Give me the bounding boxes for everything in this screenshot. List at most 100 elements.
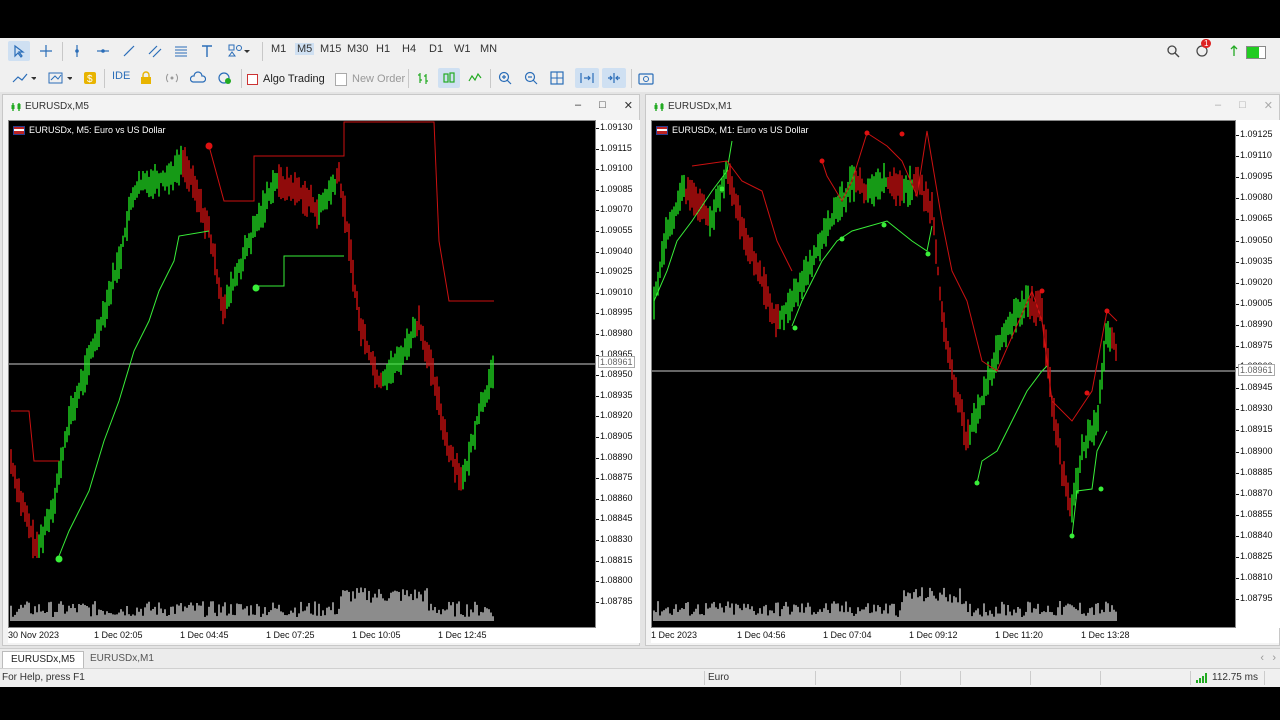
time-label: 1 Dec 13:28 <box>1081 630 1130 640</box>
autoscroll-icon[interactable] <box>575 68 599 88</box>
price-label: 1.08785 <box>596 595 633 606</box>
zoom-in-icon[interactable] <box>495 68 515 88</box>
chart-shift-icon[interactable] <box>602 68 626 88</box>
notifications-icon[interactable]: 1 <box>1190 39 1214 61</box>
chart-window-m5[interactable]: EURUSDx,M5 – □ ✕ EURUSDx, M5: Euro vs US… <box>2 94 640 646</box>
search-icon[interactable] <box>1163 41 1183 61</box>
price-label: 1.09095 <box>1236 171 1273 182</box>
dollar-icon[interactable]: $ <box>80 68 100 88</box>
signal-icon[interactable] <box>1226 41 1242 61</box>
flag-icon <box>656 125 668 135</box>
chart-tabs: EURUSDx,M5 EURUSDx,M1 ‹ › <box>0 648 1280 669</box>
price-label: 1.09115 <box>596 142 632 153</box>
chart-symbol-label: EURUSDx, M5: Euro vs US Dollar <box>13 125 166 135</box>
time-label: 1 Dec 09:12 <box>909 630 958 640</box>
time-label: 1 Dec 07:04 <box>823 630 872 640</box>
price-chart[interactable]: EURUSDx, M5: Euro vs US Dollar <box>8 120 596 628</box>
price-chart[interactable]: EURUSDx, M1: Euro vs US Dollar <box>651 120 1236 628</box>
chart-window-m1[interactable]: EURUSDx,M1 – □ ✕ EURUSDx, M1: Euro vs US… <box>645 94 1280 646</box>
timeframe-m1[interactable]: M1 <box>271 43 286 55</box>
price-label: 1.08815 <box>596 554 633 565</box>
timeframe-h1[interactable]: H1 <box>376 43 390 55</box>
chart-canvas[interactable] <box>652 121 1236 628</box>
time-label: 1 Dec 2023 <box>651 630 698 640</box>
price-label: 1.09025 <box>596 266 633 277</box>
vertical-line-icon[interactable] <box>66 41 88 61</box>
tab-eurusdx-m1[interactable]: EURUSDx,M1 <box>82 651 162 667</box>
minimize-icon[interactable]: – <box>1215 99 1221 112</box>
minimize-icon[interactable]: – <box>575 99 581 112</box>
price-label: 1.08920 <box>596 410 633 421</box>
timeframe-m15[interactable]: M15 <box>320 43 341 55</box>
timeframe-mn[interactable]: MN <box>480 43 497 55</box>
horizontal-line-icon[interactable] <box>92 41 114 61</box>
price-label: 1.09080 <box>1236 192 1273 203</box>
tabs-scroll-right-icon[interactable]: › <box>1272 652 1276 664</box>
price-label: 1.08885 <box>1236 466 1273 477</box>
price-label: 1.08840 <box>1236 529 1273 540</box>
timeframe-m30[interactable]: M30 <box>347 43 368 55</box>
zoom-out-icon[interactable] <box>521 68 541 88</box>
screenshot-icon[interactable] <box>636 68 656 88</box>
text-tool-icon[interactable] <box>196 41 218 61</box>
price-label: 1.09085 <box>596 183 633 194</box>
algo-trading-button[interactable]: Algo Trading <box>247 69 325 89</box>
price-label: 1.08800 <box>596 575 633 586</box>
crosshair-icon[interactable] <box>35 41 57 61</box>
close-icon[interactable]: ✕ <box>624 99 633 112</box>
price-label: 1.09065 <box>1236 213 1273 224</box>
line-chart-icon[interactable] <box>465 68 485 88</box>
stop-icon <box>247 73 258 85</box>
time-label: 1 Dec 11:20 <box>995 630 1043 640</box>
price-label: 1.09010 <box>596 286 633 297</box>
candlestick-icon[interactable] <box>438 68 460 88</box>
timeframe-m5[interactable]: M5 <box>295 43 315 55</box>
cursor-icon[interactable] <box>8 41 30 61</box>
ide-button[interactable]: IDE <box>112 70 130 82</box>
timeframe-d1[interactable]: D1 <box>429 43 443 55</box>
current-price-tag: 1.08961 <box>1238 364 1275 376</box>
tab-eurusdx-m5[interactable]: EURUSDx,M5 <box>2 651 84 669</box>
time-label: 1 Dec 10:05 <box>352 630 401 640</box>
price-label: 1.09020 <box>1236 276 1273 287</box>
chart-canvas[interactable] <box>9 121 596 628</box>
bar-chart-icon[interactable] <box>413 68 433 88</box>
new-order-button[interactable]: New Order <box>335 69 405 89</box>
templates-icon[interactable] <box>44 68 76 88</box>
status-bar: For Help, press F1 Euro 112.75 ms <box>0 668 1280 687</box>
timeframe-h4[interactable]: H4 <box>402 43 416 55</box>
trendline-icon[interactable] <box>118 41 140 61</box>
price-label: 1.08905 <box>596 431 633 441</box>
indicators-icon[interactable] <box>8 68 40 88</box>
price-label: 1.09070 <box>596 204 633 215</box>
close-icon[interactable]: ✕ <box>1264 99 1273 112</box>
price-label: 1.09050 <box>1236 234 1273 245</box>
price-axis[interactable]: 1.09130 1.09115 1.09100 1.09085 1.09070 1.090… <box>596 120 640 628</box>
lock-icon[interactable] <box>136 68 156 88</box>
ping-bars-icon <box>1196 673 1208 686</box>
grid-icon[interactable] <box>547 68 567 88</box>
signals-icon[interactable] <box>162 68 182 88</box>
cloud-icon[interactable] <box>188 68 208 88</box>
window-title-text: EURUSDx,M5 <box>25 101 89 112</box>
price-label: 1.09100 <box>596 163 633 174</box>
maximize-icon[interactable]: □ <box>1239 99 1246 112</box>
price-label: 1.08830 <box>596 534 633 544</box>
vps-icon[interactable] <box>214 68 236 88</box>
notification-badge: 1 <box>1201 39 1212 48</box>
maximize-icon[interactable]: □ <box>599 99 606 112</box>
fibonacci-icon[interactable] <box>170 41 192 61</box>
price-label: 1.08950 <box>596 369 633 380</box>
time-axis[interactable]: 1 Dec 2023 1 Dec 04:56 1 Dec 07:04 1 Dec 09… <box>651 628 1279 643</box>
timeframe-w1[interactable]: W1 <box>454 43 471 55</box>
chart-window-icon <box>11 102 21 111</box>
price-label: 1.08795 <box>1236 593 1273 604</box>
price-axis[interactable]: 1.09125 1.09110 1.09095 1.09080 1.09065 1.090… <box>1236 120 1280 628</box>
window-title: EURUSDx,M1 <box>654 101 732 112</box>
time-label: 1 Dec 04:45 <box>180 630 229 640</box>
tabs-scroll-left-icon[interactable]: ‹ <box>1260 652 1264 664</box>
shapes-icon[interactable] <box>222 41 256 61</box>
price-label: 1.08870 <box>1236 487 1273 498</box>
time-axis[interactable]: 30 Nov 2023 1 Dec 02:05 1 Dec 04:45 1 Dec 0… <box>8 628 640 643</box>
channel-icon[interactable] <box>144 41 166 61</box>
